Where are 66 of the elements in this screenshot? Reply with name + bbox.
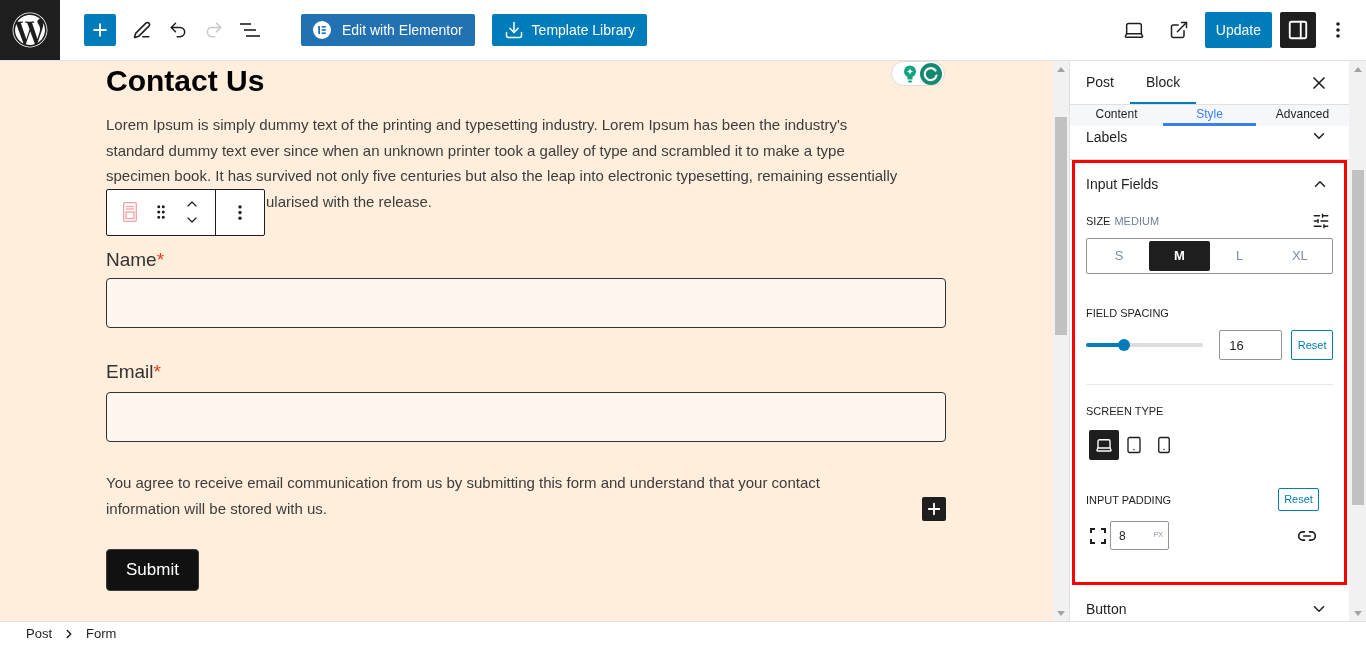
list-view-icon — [240, 23, 260, 37]
form-block-icon — [123, 202, 137, 222]
sliders-icon — [1312, 212, 1330, 230]
bars-logo-icon — [313, 21, 331, 39]
scrollbar-thumb[interactable] — [1351, 170, 1364, 505]
reset-button[interactable]: Reset — [1291, 330, 1333, 360]
tablet-icon — [1125, 436, 1143, 454]
plus-icon — [925, 500, 943, 518]
sidebar-tab[interactable]: Block — [1130, 61, 1197, 104]
box-sides-icon — [1090, 527, 1106, 544]
screen-type-option[interactable] — [1089, 430, 1119, 460]
consent-text: You agree to receive email communication from us by submitting this form and understand that your contact information will be stored with us. — [106, 473, 820, 519]
undo-icon — [168, 20, 188, 40]
size-option[interactable]: M — [1149, 241, 1210, 271]
add-block-inline-button[interactable] — [922, 497, 946, 521]
field-spacing-label: FIELD SPACING — [1086, 306, 1169, 321]
redo-icon — [204, 20, 224, 40]
style-tab[interactable]: Content — [1070, 105, 1163, 126]
site-home-button[interactable] — [0, 0, 60, 60]
scrollbar-thumb[interactable] — [1055, 117, 1067, 335]
laptop-icon — [1095, 436, 1113, 454]
sidebar-panel-icon — [1287, 19, 1309, 41]
edit-with-builder-button[interactable]: Edit with Elementor — [301, 14, 475, 46]
more-vertical-icon — [238, 204, 242, 220]
style-tab[interactable]: Advanced — [1256, 105, 1349, 126]
more-vertical-icon — [1336, 22, 1340, 38]
input-padding-label: INPUT PADDING — [1086, 492, 1172, 508]
size-option[interactable]: S — [1089, 241, 1150, 271]
slider-thumb[interactable] — [1117, 339, 1130, 351]
site-logo-icon — [12, 12, 48, 48]
size-option[interactable]: XL — [1269, 241, 1330, 271]
size-value: MEDIUM — [1114, 213, 1160, 229]
floating-widget[interactable] — [891, 61, 945, 86]
spacing-slider[interactable] — [1086, 338, 1204, 352]
plus-icon — [90, 20, 110, 40]
lightbulb-icon — [903, 64, 917, 83]
size-settings-button[interactable] — [1312, 212, 1330, 230]
template-library-button[interactable]: Template Library — [491, 14, 648, 46]
reset-button[interactable]: Reset — [1278, 488, 1319, 511]
add-block-button[interactable] — [84, 14, 116, 46]
ring-logo-icon — [920, 62, 942, 85]
update-button[interactable]: Update — [1204, 12, 1272, 48]
field-label: Email* — [106, 360, 161, 384]
sidebar-tab[interactable]: Post — [1070, 61, 1130, 104]
size-option[interactable]: L — [1209, 241, 1270, 271]
screen-type-label: SCREEN TYPE — [1086, 404, 1164, 419]
external-link-icon — [1168, 20, 1189, 40]
breadcrumb-link[interactable]: Form — [86, 623, 117, 644]
scrollbar[interactable] — [1349, 61, 1366, 621]
panel-header[interactable]: Button — [1070, 585, 1349, 621]
size-label: SIZE — [1086, 213, 1111, 229]
settings-toggle-button[interactable] — [1280, 12, 1316, 48]
intro-paragraph-end: ularised with the release. — [266, 192, 432, 210]
submit-button[interactable]: Submit — [106, 549, 199, 591]
pen-icon — [133, 21, 151, 39]
scrollbar[interactable] — [1053, 61, 1069, 621]
text-input[interactable] — [106, 278, 946, 328]
phone-icon — [1155, 436, 1173, 454]
panel-header[interactable]: Input Fields — [1075, 163, 1344, 205]
text-input[interactable] — [106, 392, 946, 442]
spacing-input[interactable]: 16 — [1219, 330, 1283, 360]
panel-header[interactable]: Labels — [1070, 126, 1349, 159]
page-heading: Contact Us — [106, 64, 265, 98]
breadcrumb-link[interactable]: Post — [26, 623, 52, 644]
field-label: Name* — [106, 248, 165, 272]
download-icon — [503, 20, 524, 40]
